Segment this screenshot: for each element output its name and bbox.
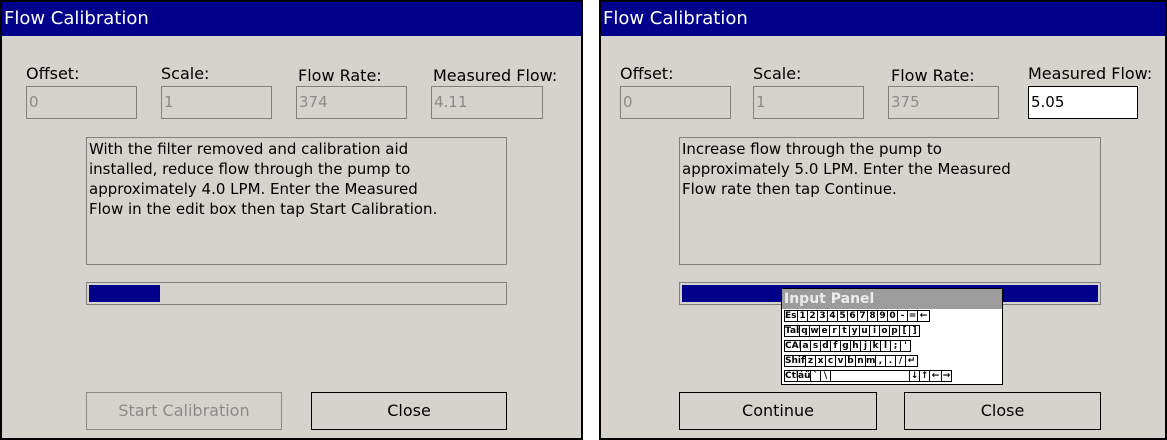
close-button[interactable]: Close (311, 392, 507, 430)
key-space[interactable] (830, 370, 910, 382)
key[interactable]: Esc (784, 310, 798, 322)
scale-field: 1 (753, 86, 864, 119)
dialog-title: Flow Calibration (601, 2, 1165, 36)
dialog-title: Flow Calibration (2, 2, 581, 36)
flow-rate-label: Flow Rate: (298, 66, 382, 85)
input-panel-title[interactable]: Input Panel (782, 289, 1002, 309)
key[interactable]: Shift (784, 355, 806, 367)
flow-rate-field: 374 (296, 86, 407, 119)
key[interactable]: CAP (784, 340, 801, 352)
calibration-progress-bar (86, 282, 507, 305)
key[interactable]: ↵ (905, 355, 918, 367)
key[interactable]: ] (909, 325, 920, 337)
measured-flow-label: Measured Flow: (433, 66, 558, 85)
key[interactable]: áü (797, 370, 811, 382)
offset-label: Offset: (26, 64, 80, 83)
offset-field: 0 (620, 86, 731, 119)
keyboard-row: Tabqwertyuiop[] (784, 325, 920, 337)
continue-button[interactable]: Continue (679, 392, 877, 430)
flow-rate-field: 375 (888, 86, 999, 119)
close-button[interactable]: Close (904, 392, 1101, 430)
measured-flow-field[interactable]: 5.05 (1028, 86, 1138, 119)
flow-calibration-dialog-left: Flow Calibration Offset: Scale: Flow Rat… (0, 0, 583, 440)
key[interactable]: ' (900, 340, 911, 352)
scale-label: Scale: (753, 64, 802, 83)
progress-fill (89, 285, 160, 302)
measured-flow-label: Measured Flow: (1028, 64, 1153, 83)
key[interactable]: ← (917, 310, 930, 322)
keyboard-row: Ctl áü ` \ ↓ ↑ ← → (784, 370, 952, 382)
offset-label: Offset: (620, 64, 674, 83)
scale-label: Scale: (161, 64, 210, 83)
key[interactable]: Ctl (784, 370, 798, 382)
flow-rate-label: Flow Rate: (891, 66, 975, 85)
key[interactable]: Tab (784, 325, 800, 337)
key[interactable]: → (941, 370, 952, 382)
input-panel[interactable]: Input Panel Esc1234567890-=← Tabqwertyuio… (781, 288, 1003, 385)
instruction-message: Increase flow through the pump to approx… (679, 137, 1101, 265)
scale-field: 1 (161, 86, 272, 119)
start-calibration-button[interactable]: Start Calibration (86, 392, 282, 430)
keyboard-row: Shiftzxcvbnm,./↵ (784, 355, 918, 367)
keyboard-row: CAPasdfghjkl;' (784, 340, 911, 352)
measured-flow-field[interactable]: 4.11 (431, 86, 543, 119)
offset-field: 0 (26, 86, 137, 119)
keyboard-row: Esc1234567890-=← (784, 310, 930, 322)
instruction-message: With the filter removed and calibration … (86, 137, 507, 265)
